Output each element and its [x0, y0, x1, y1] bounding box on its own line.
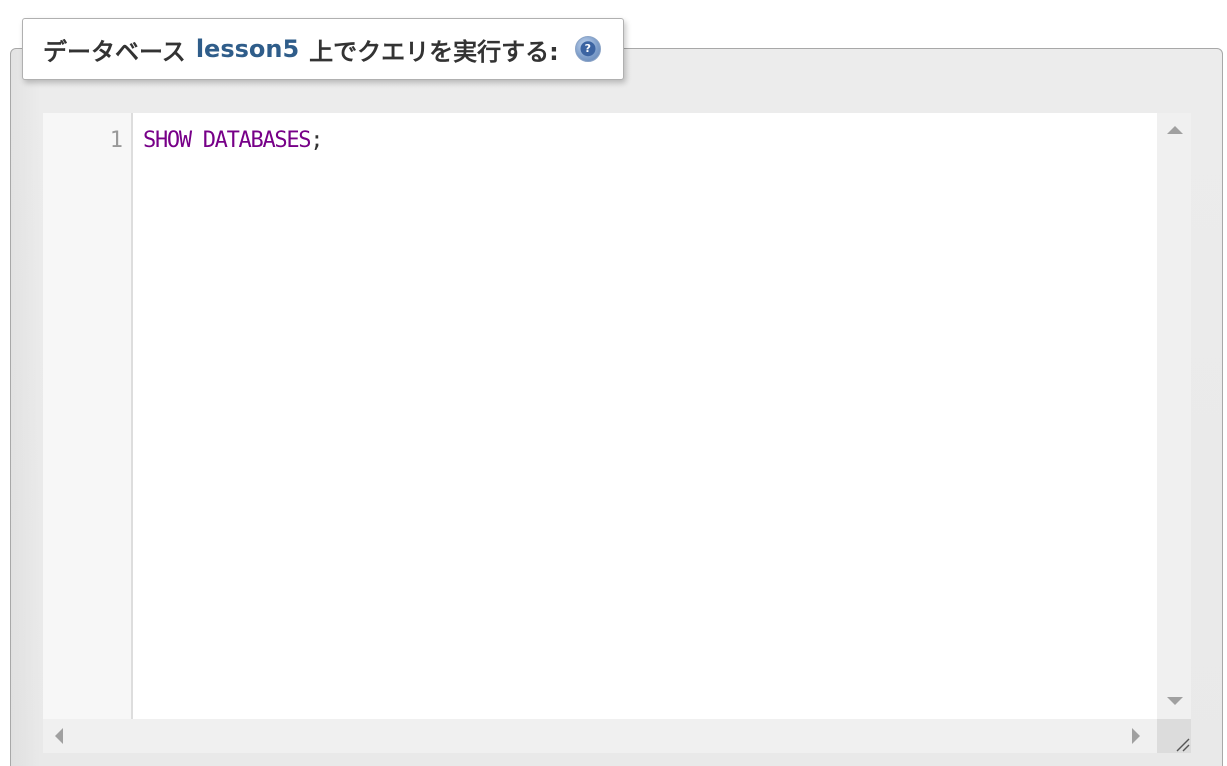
legend-prefix: データベース: [43, 37, 186, 66]
resize-handle[interactable]: [1157, 719, 1191, 753]
horizontal-scrollbar[interactable]: [43, 719, 1157, 753]
query-page: データベース lesson5 上でクエリを実行する: ? 1 SHOW DATA…: [0, 0, 1227, 766]
line-number-gutter: 1: [43, 113, 133, 719]
scroll-right-arrow-icon[interactable]: [1132, 728, 1140, 744]
help-question-mark: ?: [580, 41, 596, 57]
scroll-left-arrow-icon[interactable]: [55, 728, 63, 744]
resize-grip-icon: [1176, 738, 1190, 752]
sql-code-editor[interactable]: 1 SHOW DATABASES;: [43, 113, 1191, 753]
code-line[interactable]: SHOW DATABASES;: [143, 127, 323, 155]
sql-semicolon: ;: [310, 128, 323, 153]
sql-query-legend: データベース lesson5 上でクエリを実行する: ?: [22, 18, 624, 80]
scroll-up-arrow-icon[interactable]: [1167, 126, 1183, 134]
sql-keyword: SHOW DATABASES: [143, 128, 312, 153]
database-name-link[interactable]: lesson5: [196, 35, 299, 63]
scroll-down-arrow-icon[interactable]: [1167, 697, 1183, 705]
help-question-icon[interactable]: ?: [574, 36, 601, 62]
vertical-scrollbar[interactable]: [1157, 113, 1191, 719]
code-text-area[interactable]: SHOW DATABASES;: [133, 113, 1157, 719]
legend-suffix: 上でクエリを実行する:: [309, 37, 559, 66]
line-number: 1: [109, 128, 123, 153]
